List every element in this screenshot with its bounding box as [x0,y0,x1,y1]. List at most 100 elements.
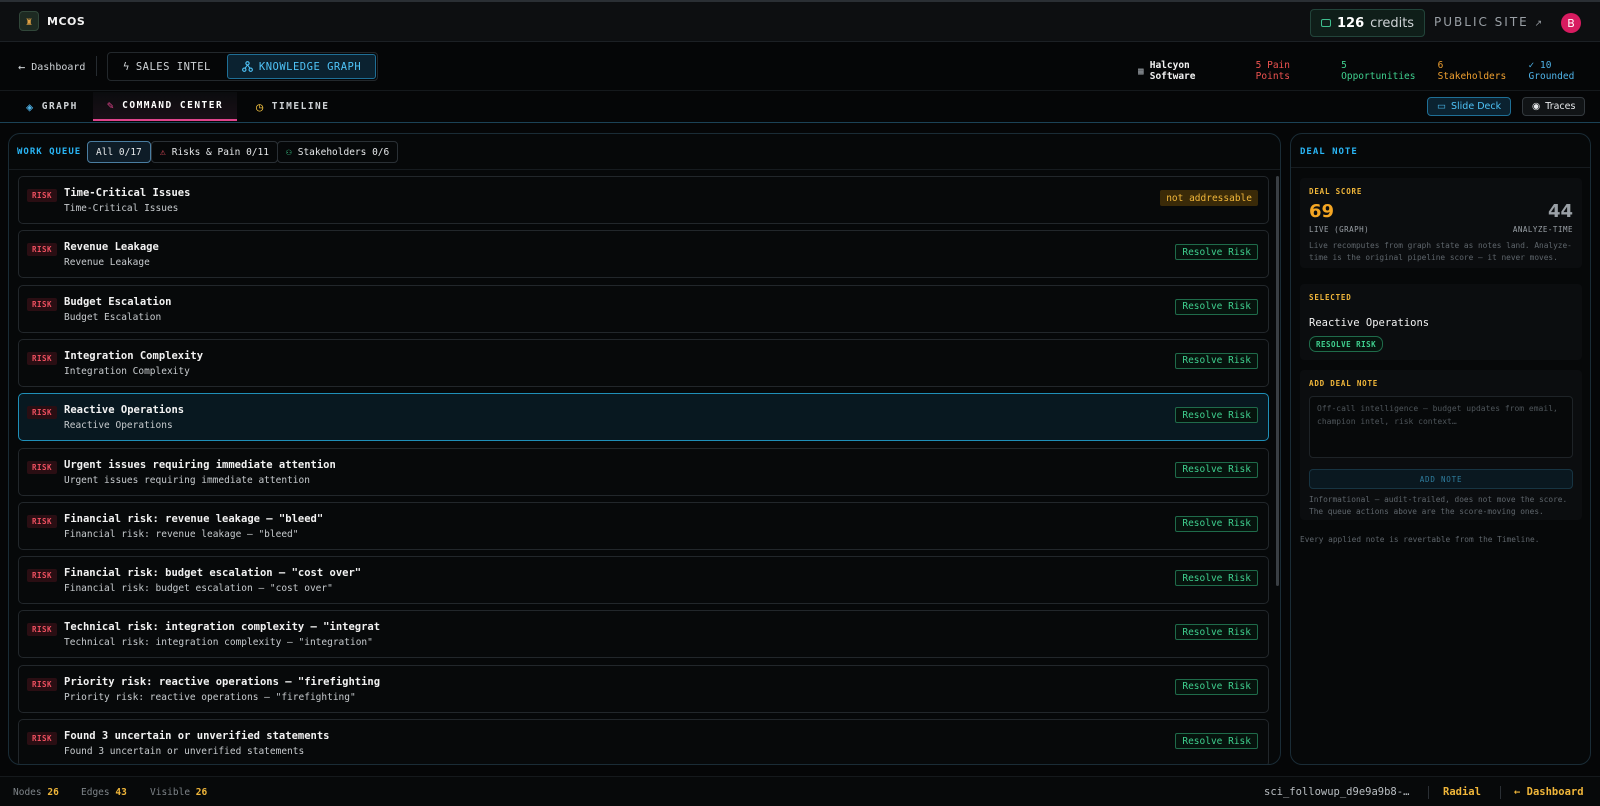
selected-label: SELECTED [1309,293,1352,302]
queue-item[interactable]: RISK Financial risk: revenue leakage — "b… [18,501,1269,550]
public-site-link[interactable]: PUBLIC SITE ↗ [1434,15,1542,29]
resolve-risk-button[interactable]: Resolve Risk [1175,352,1258,369]
item-title: Urgent issues requiring immediate attent… [64,458,336,471]
placeholder-line-1: Off-call intelligence — budget updates f… [1317,404,1558,413]
item-subtitle: Time-Critical Issues [64,203,179,214]
resolve-risk-button[interactable]: Resolve Risk [1175,733,1258,749]
slide-deck-label: Slide Deck [1450,101,1502,112]
tab-sales-intel[interactable]: ϟ SALES INTEL [109,54,225,79]
pain-points-count: 5 Pain Points [1255,60,1290,82]
tab-label: COMMAND CENTER [122,100,224,111]
queue-item[interactable]: RISK Reactive Operations Reactive Operatio… [18,393,1269,442]
session-id: sci_followup_d9e9a9b8-… [1264,786,1410,798]
tab-knowledge-graph[interactable]: KNOWLEDGE GRAPH [226,54,377,79]
nodes-stat: Nodes 26 [13,787,59,798]
work-queue-header: WORK QUEUE All 0/17 ⚠ Risks & Pain 0/11 … [9,134,1280,170]
mode-tabs: ϟ SALES INTEL KNOWLEDGE GRAPH [107,52,379,81]
selected-item-name: Reactive Operations [1309,317,1430,329]
item-subtitle: Budget Escalation [64,311,162,323]
tab-label: GRAPH [41,101,78,112]
risk-tag: RISK [27,189,58,202]
back-to-dashboard-link[interactable]: ← Dashboard [18,60,85,74]
risk-tag: RISK [27,569,58,583]
resolve-risk-button[interactable]: RESOLVE RISK [1309,336,1384,352]
divider [1291,167,1590,168]
resolve-risk-button[interactable]: Resolve Risk [1175,624,1258,641]
arrow-left-icon: ← [18,60,26,74]
queue-item[interactable]: RISK Time-Critical Issues Time-Critical Is… [18,176,1269,224]
dashboard-link[interactable]: ← Dashboard [1514,786,1584,798]
slide-deck-button[interactable]: ▭ Slide Deck [1427,97,1512,116]
brand[interactable]: ♜ MCOS [19,11,85,31]
divider [1500,786,1501,799]
deal-note-input[interactable]: Off-call intelligence — budget updates f… [1309,396,1573,458]
live-score: 69 [1309,201,1335,222]
item-title: Priority risk: reactive operations — "fi… [64,675,381,688]
item-subtitle: Priority risk: reactive operations — "fi… [64,691,356,703]
users-icon: ⚇ [286,146,292,158]
queue-item[interactable]: RISK Budget Escalation Budget Escalation Re… [18,284,1269,333]
filter-risks-pain[interactable]: ⚠ Risks & Pain 0/11 [151,141,278,163]
filter-label: Stakeholders 0/6 [297,146,390,158]
filter-stakeholders[interactable]: ⚇ Stakeholders 0/6 [277,141,399,163]
resolve-risk-button[interactable]: Resolve Risk [1175,244,1258,261]
bolt-icon: ϟ [123,60,130,73]
opportunities-count: 5 Opportunities [1341,60,1416,82]
selected-card: SELECTED Reactive Operations RESOLVE RIS… [1300,284,1582,360]
add-note-label: ADD DEAL NOTE [1309,379,1379,388]
risk-tag: RISK [27,460,58,474]
warning-icon: ⚠ [160,146,166,158]
risk-tag: RISK [27,243,58,257]
resolve-risk-button[interactable]: Resolve Risk [1175,298,1258,315]
item-subtitle: Financial risk: revenue leakage — "bleed… [64,528,299,540]
risk-tag: RISK [27,732,58,745]
building-icon: ▦ [1138,65,1144,77]
avatar[interactable]: B [1561,13,1581,33]
queue-item[interactable]: RISK Found 3 uncertain or unverified stat… [18,719,1269,764]
scrollbar-thumb[interactable] [1276,176,1279,586]
queue-item[interactable]: RISK Revenue Leakage Revenue Leakage Resolv… [18,230,1269,279]
deal-score-card: DEAL SCORE 69 44 LIVE (GRAPH) ANALYZE-TI… [1300,178,1582,268]
tab-graph[interactable]: ◈ GRAPH [24,92,80,121]
live-score-label: LIVE (GRAPH) [1309,225,1370,234]
risk-tag: RISK [27,623,58,637]
resolve-risk-button[interactable]: Resolve Risk [1175,515,1258,532]
tab-label: SALES INTEL [135,60,211,73]
company-name: Halcyon Software [1149,60,1196,82]
item-title: Budget Escalation [64,295,172,308]
scrollbar[interactable] [1276,170,1280,764]
queue-item[interactable]: RISK Priority risk: reactive operations —… [18,664,1269,713]
tab-command-center[interactable]: ✎ COMMAND CENTER [93,92,238,121]
traces-label: Traces [1545,101,1576,112]
revertable-note: Every applied note is revertable from th… [1300,535,1540,544]
queue-item[interactable]: RISK Integration Complexity Integration Co… [18,338,1269,387]
stakeholders-count: 6 Stakeholders [1437,60,1507,82]
filter-label: Risks & Pain 0/11 [171,146,269,158]
add-note-button[interactable]: ADD NOTE [1309,469,1573,489]
queue-item[interactable]: RISK Financial risk: budget escalation — … [18,556,1269,605]
traces-button[interactable]: ◉ Traces [1522,97,1586,116]
item-subtitle: Found 3 uncertain or unverified statemen… [64,746,305,757]
robot-icon: ♜ [19,11,39,31]
grounded-count: ✓ 10 Grounded [1528,60,1575,82]
divider [1428,786,1429,799]
resolve-risk-button[interactable]: Resolve Risk [1175,461,1258,478]
queue-item[interactable]: RISK Technical risk: integration complexi… [18,610,1269,659]
resolve-risk-button[interactable]: Resolve Risk [1175,678,1258,695]
analyze-score-label: ANALYZE-TIME [1512,225,1573,234]
radial-layout-button[interactable]: Radial [1443,786,1481,798]
credits-badge[interactable]: 126 credits [1310,9,1426,37]
top-bar: ♜ MCOS 126 credits PUBLIC SITE ↗ B [0,0,1600,42]
filter-all[interactable]: All 0/17 [87,141,151,163]
deal-score-label: DEAL SCORE [1309,187,1363,196]
item-title: Financial risk: revenue leakage — "bleed… [64,512,324,525]
placeholder-line-2: champion intel, risk context… [1317,417,1457,426]
resolve-risk-button[interactable]: Resolve Risk [1175,570,1258,587]
queue-item[interactable]: RISK Urgent issues requiring immediate at… [18,447,1269,496]
external-link-icon: ↗ [1534,19,1543,29]
risk-tag: RISK [27,406,58,420]
item-subtitle: Revenue Leakage [64,257,150,269]
item-title: Financial risk: budget escalation — "cos… [64,567,362,580]
tab-timeline[interactable]: ◷ TIMELINE [254,92,332,121]
resolve-risk-button[interactable]: Resolve Risk [1175,407,1258,424]
